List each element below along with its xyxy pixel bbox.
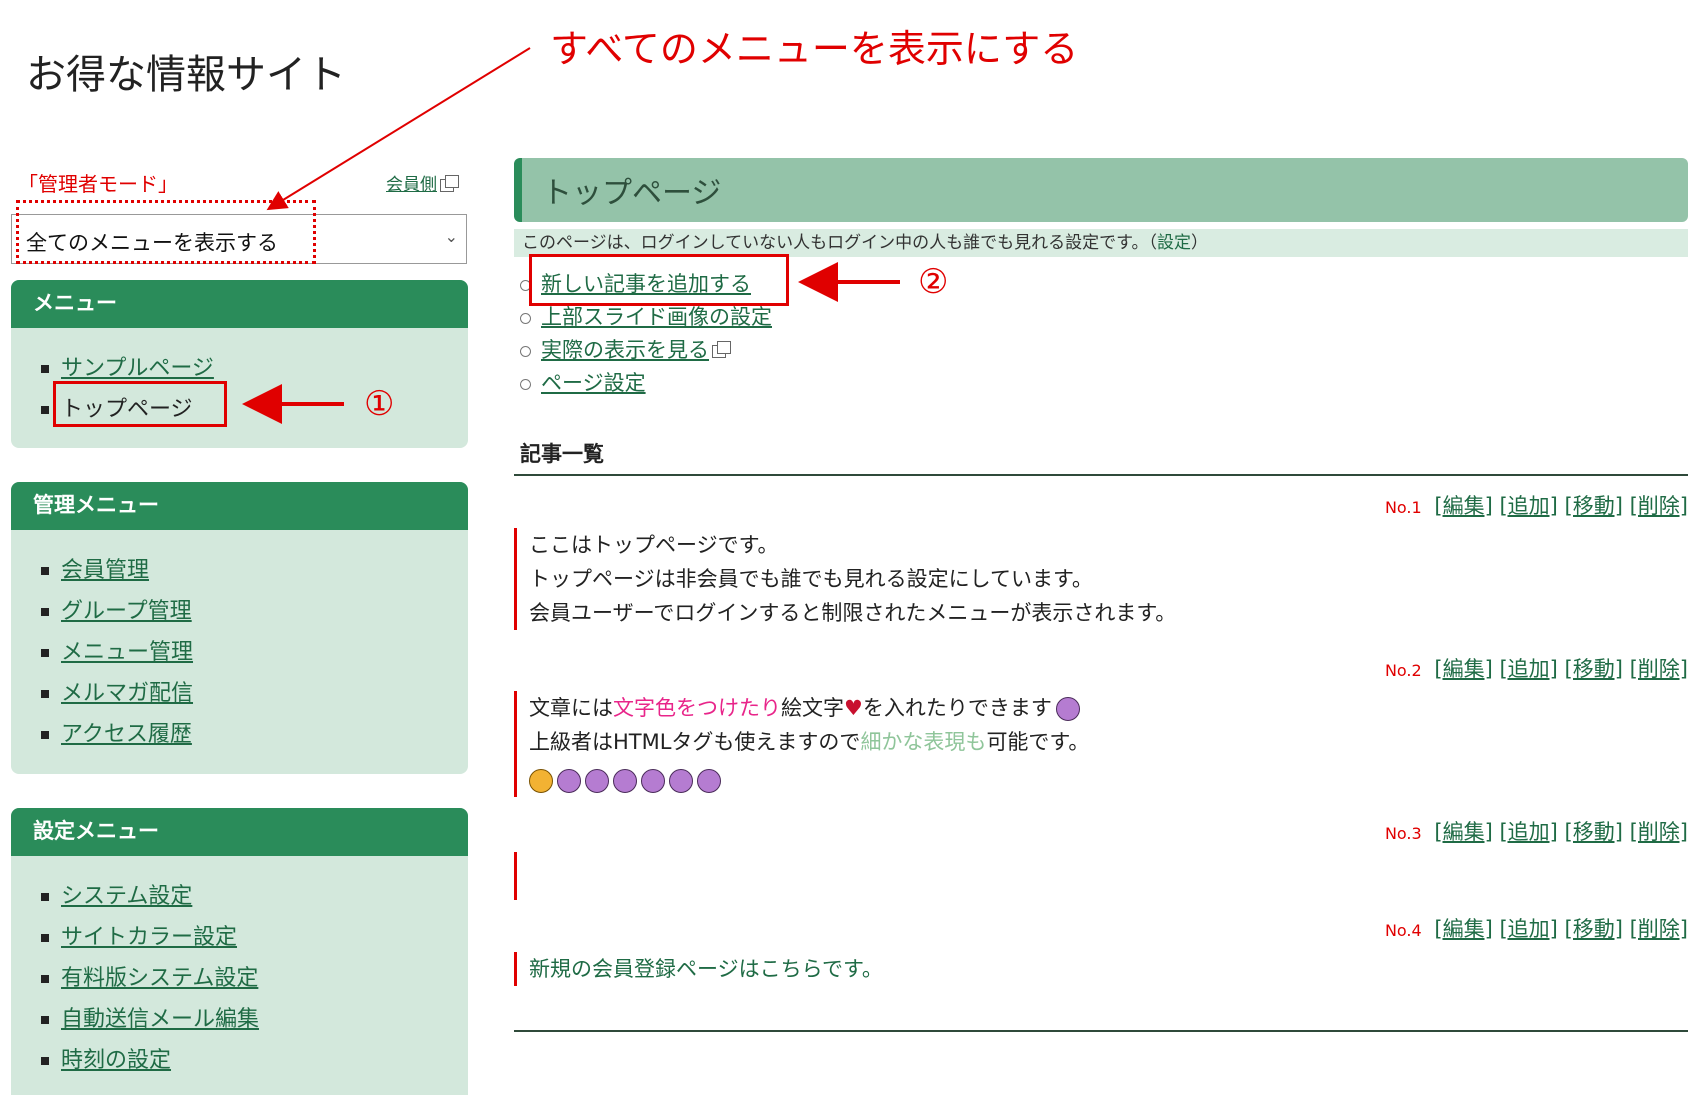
annotation-arrows bbox=[242, 47, 900, 424]
arrow-to-mode-select bbox=[266, 47, 531, 211]
